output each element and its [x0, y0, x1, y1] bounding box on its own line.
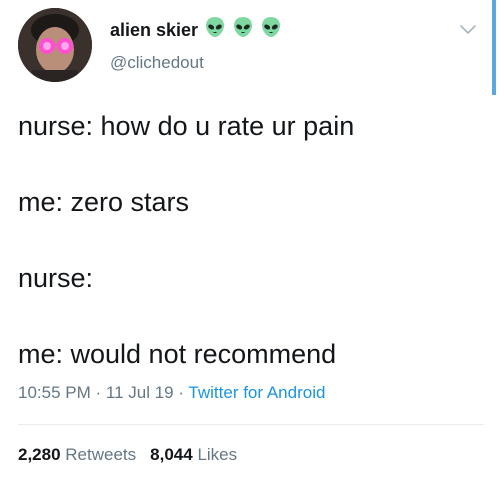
- avatar[interactable]: [18, 8, 92, 82]
- retweets-label: Retweets: [65, 445, 137, 464]
- user-handle[interactable]: @clichedout: [110, 52, 204, 74]
- tweet-stats: 2,280 Retweets 8,044 Likes: [18, 444, 237, 466]
- display-name[interactable]: alien skier: [110, 19, 198, 41]
- tweet-text-line-2: me: zero stars: [18, 187, 190, 217]
- alien-icon: [260, 16, 282, 43]
- meta-separator: ·: [173, 383, 189, 402]
- tweet-date[interactable]: 11 Jul 19: [106, 383, 174, 402]
- tweet-meta: 10:55 PM · 11 Jul 19 · Twitter for Andro…: [18, 382, 325, 404]
- tweet-source-link[interactable]: Twitter for Android: [188, 383, 325, 402]
- tweet-text-line-3: nurse:: [18, 263, 94, 293]
- tweet-time[interactable]: 10:55 PM: [18, 383, 91, 402]
- chevron-down-icon[interactable]: [458, 22, 478, 38]
- retweets-count: 2,280: [18, 445, 61, 464]
- likes-count: 8,044: [150, 445, 193, 464]
- likes-label: Likes: [197, 445, 238, 464]
- likes-stat[interactable]: 8,044 Likes: [150, 445, 237, 464]
- avatar-image: [18, 8, 92, 82]
- author-name-row[interactable]: alien skier: [110, 16, 282, 43]
- divider: [18, 424, 484, 425]
- tweet-card: alien skier @clichedout nurse: how do u …: [0, 0, 500, 484]
- alien-icon: [204, 16, 226, 43]
- tweet-text-line-4: me: would not recommend: [18, 339, 337, 369]
- retweets-stat[interactable]: 2,280 Retweets: [18, 445, 136, 464]
- alien-icon: [232, 16, 254, 43]
- meta-separator: ·: [90, 383, 106, 402]
- scrollbar[interactable]: [488, 0, 500, 95]
- tweet-text-line-1: nurse: how do u rate ur pain: [18, 111, 355, 141]
